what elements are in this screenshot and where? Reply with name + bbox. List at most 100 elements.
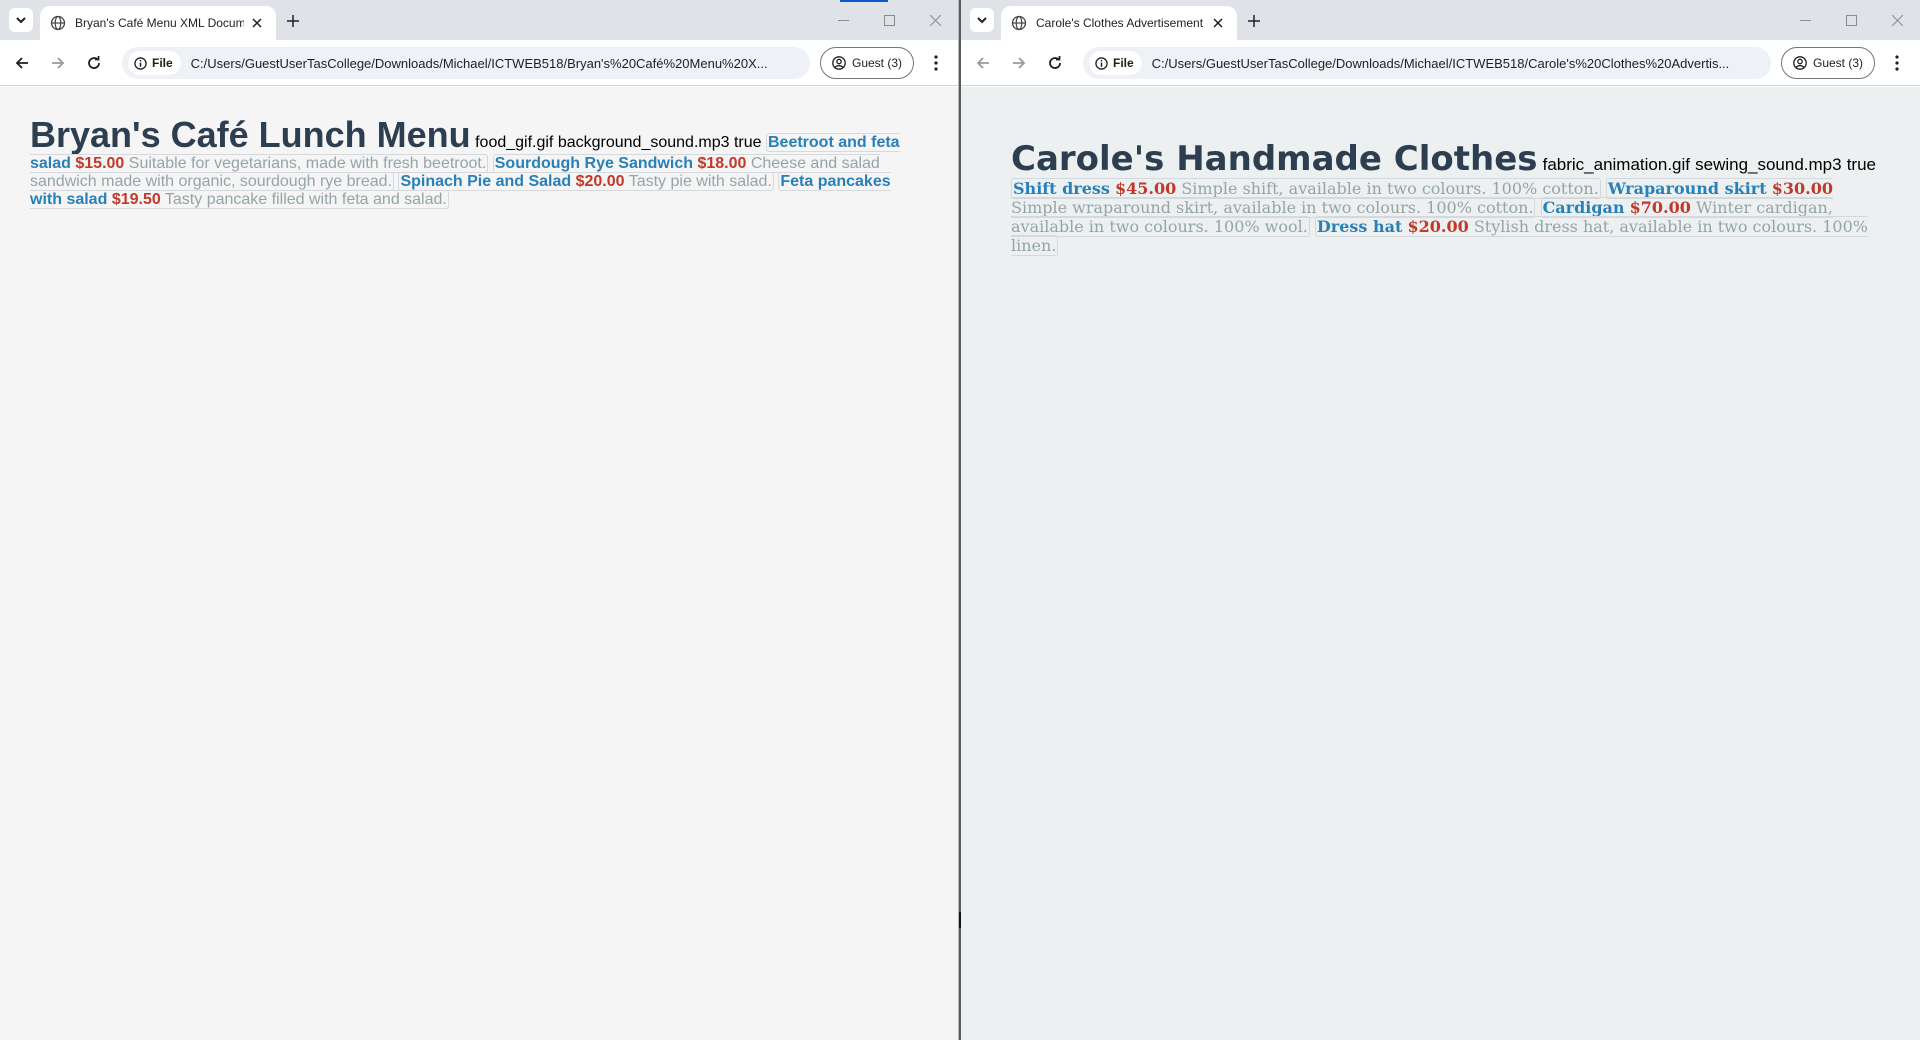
image-filename: food_gif.gif	[475, 134, 554, 151]
item-name: Cardigan	[1542, 198, 1625, 217]
new-tab-button[interactable]	[282, 10, 304, 32]
tab-search-button[interactable]	[9, 8, 33, 32]
browser-toolbar: File C:/Users/GuestUserTasCollege/Downlo…	[0, 40, 958, 86]
chevron-down-icon	[977, 17, 987, 24]
item-name: Dress hat	[1316, 217, 1403, 236]
drag-indicator	[840, 0, 888, 2]
browser-toolbar: File C:/Users/GuestUserTasCollege/Downlo…	[961, 40, 1920, 86]
plus-icon	[1248, 15, 1260, 27]
item-description: Suitable for vegetarians, made with fres…	[128, 155, 487, 172]
sound-filename: background_sound.mp3	[557, 134, 730, 151]
page-content: Carole's Handmade Clothes fabric_animati…	[961, 87, 1920, 1040]
item-price: $18.00	[697, 155, 747, 172]
sound-filename: sewing_sound.mp3	[1695, 155, 1842, 174]
reload-button[interactable]	[82, 51, 106, 75]
page-title: Carole's Handmade Clothes	[1011, 139, 1538, 179]
browser-menu-button[interactable]	[924, 51, 948, 75]
item-price: $20.00	[575, 173, 625, 190]
item-price: $15.00	[75, 155, 125, 172]
info-icon	[1095, 56, 1108, 70]
site-info-chip[interactable]: File	[1089, 51, 1142, 75]
arrow-left-icon	[15, 57, 28, 69]
item-name: Shift dress	[1013, 179, 1110, 198]
close-icon	[1891, 14, 1903, 26]
item-description: Simple wraparound skirt, available in tw…	[1011, 198, 1534, 217]
item-price: $20.00	[1407, 217, 1469, 236]
reload-button[interactable]	[1043, 51, 1067, 75]
item-price: $45.00	[1115, 179, 1177, 198]
tab-search-button[interactable]	[970, 8, 994, 32]
close-icon	[929, 14, 941, 26]
maximize-button[interactable]	[1828, 0, 1874, 40]
close-window-button[interactable]	[1874, 0, 1920, 40]
profile-button[interactable]: Guest (3)	[1781, 47, 1875, 79]
forward-button[interactable]	[46, 51, 70, 75]
menu-document: Bryan's Café Lunch Menu food_gif.gif bac…	[30, 115, 910, 209]
url-text[interactable]: C:/Users/GuestUserTasCollege/Downloads/M…	[1152, 56, 1771, 71]
new-tab-button[interactable]	[1243, 10, 1265, 32]
minimize-icon	[837, 19, 849, 21]
minimize-icon	[1799, 19, 1811, 21]
item-price: $19.50	[111, 191, 161, 208]
globe-icon	[1011, 15, 1027, 31]
reload-icon	[1049, 56, 1061, 69]
tab-strip: Carole's Clothes Advertisement	[961, 0, 1920, 40]
chevron-down-icon	[16, 17, 26, 24]
item-name: Sourdough Rye Sandwich	[494, 155, 693, 172]
active-tab[interactable]: Carole's Clothes Advertisement	[1001, 6, 1237, 40]
globe-icon	[50, 15, 66, 31]
profile-button[interactable]: Guest (3)	[820, 47, 914, 79]
address-bar[interactable]: File C:/Users/GuestUserTasCollege/Downlo…	[1083, 47, 1771, 79]
maximize-icon	[883, 14, 895, 26]
clothes-document: Carole's Handmade Clothes fabric_animati…	[1011, 139, 1881, 256]
item-price: $70.00	[1629, 198, 1691, 217]
site-info-chip[interactable]: File	[128, 51, 181, 75]
address-bar[interactable]: File C:/Users/GuestUserTasCollege/Downlo…	[122, 47, 810, 79]
profile-label: Guest (3)	[1812, 56, 1863, 70]
item-description: Tasty pie with salad.	[628, 173, 772, 190]
minimize-button[interactable]	[1782, 0, 1828, 40]
tab-strip: Bryan's Café Menu XML Docum	[0, 0, 958, 40]
image-filename: fabric_animation.gif	[1542, 155, 1691, 174]
menu-item: Spinach Pie and Salad $20.00 Tasty pie w…	[398, 172, 774, 191]
profile-label: Guest (3)	[851, 56, 902, 70]
user-icon	[1793, 56, 1807, 70]
arrow-right-icon	[1013, 57, 1026, 69]
browser-menu-button[interactable]	[1885, 51, 1909, 75]
maximize-icon	[1845, 14, 1857, 26]
more-vertical-icon	[1895, 55, 1899, 71]
active-tab[interactable]: Bryan's Café Menu XML Docum	[40, 6, 276, 40]
arrow-right-icon	[52, 57, 65, 69]
maximize-button[interactable]	[866, 0, 912, 40]
tab-title: Carole's Clothes Advertisement	[1036, 16, 1204, 30]
back-button[interactable]	[971, 51, 995, 75]
item-description: Tasty pancake filled with feta and salad…	[164, 191, 447, 208]
forward-button[interactable]	[1007, 51, 1031, 75]
item-name: Spinach Pie and Salad	[400, 173, 572, 190]
info-icon	[134, 56, 147, 70]
flag-value: true	[1846, 155, 1876, 174]
item-price: $30.00	[1771, 179, 1833, 198]
url-text[interactable]: C:/Users/GuestUserTasCollege/Downloads/M…	[191, 56, 810, 71]
back-button[interactable]	[10, 51, 34, 75]
minimize-button[interactable]	[820, 0, 866, 40]
arrow-left-icon	[976, 57, 989, 69]
file-chip-label: File	[152, 56, 173, 70]
close-tab-icon[interactable]	[248, 14, 266, 32]
right-browser-window: Carole's Clothes Advertisement File C:/U…	[961, 0, 1920, 1040]
flag-value: true	[733, 134, 762, 151]
plus-icon	[287, 15, 299, 27]
reload-icon	[88, 56, 100, 69]
close-tab-icon[interactable]	[1209, 14, 1227, 32]
user-icon	[832, 56, 846, 70]
file-chip-label: File	[1113, 56, 1134, 70]
more-vertical-icon	[934, 55, 938, 71]
page-content: Bryan's Café Lunch Menu food_gif.gif bac…	[0, 87, 958, 1040]
tab-title: Bryan's Café Menu XML Docum	[75, 16, 244, 30]
left-browser-window: Bryan's Café Menu XML Docum File C:/User…	[0, 0, 959, 1040]
close-window-button[interactable]	[912, 0, 958, 40]
item-description: Simple shift, available in two colours. …	[1181, 179, 1599, 198]
item-name: Wraparound skirt	[1607, 179, 1767, 198]
product-item: Shift dress $45.00 Simple shift, availab…	[1011, 178, 1601, 199]
page-title: Bryan's Café Lunch Menu	[30, 114, 471, 155]
